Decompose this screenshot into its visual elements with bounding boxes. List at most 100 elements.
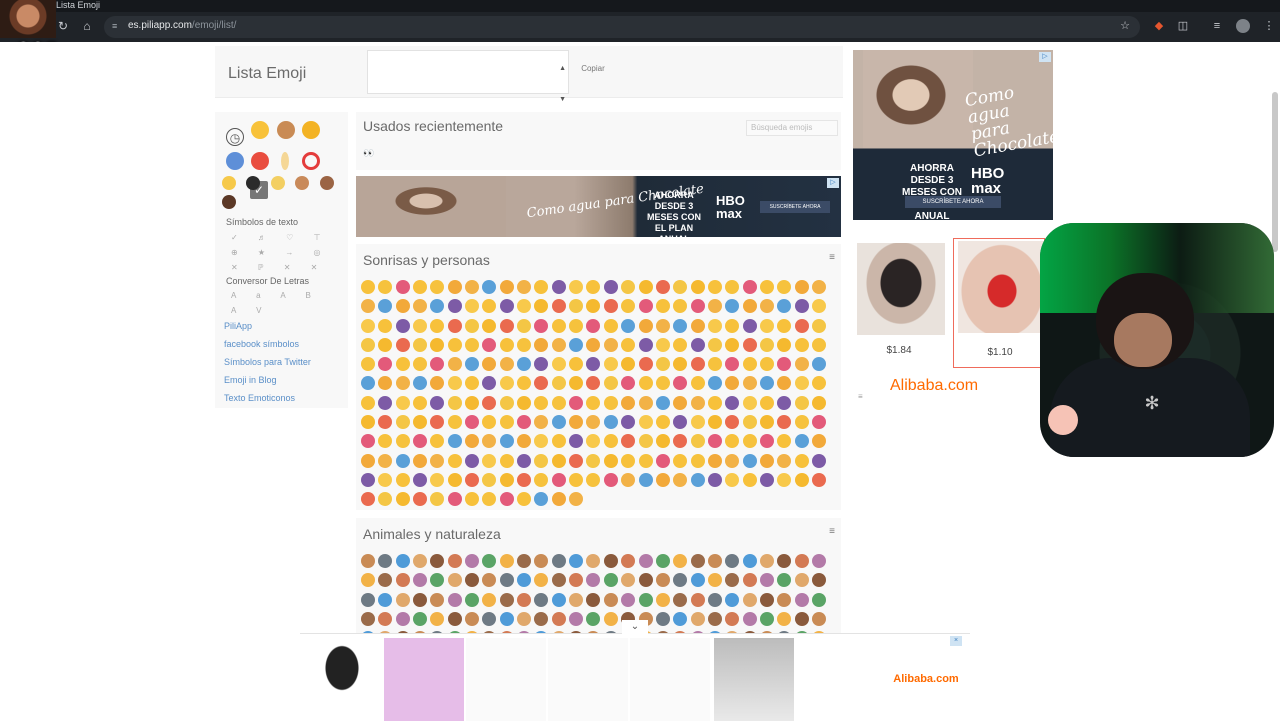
emoji-item[interactable] (811, 337, 826, 352)
emoji-item[interactable] (378, 299, 393, 314)
emoji-item[interactable] (655, 453, 670, 468)
emoji-item[interactable] (361, 299, 375, 314)
emoji-item[interactable] (586, 611, 601, 626)
emoji-item[interactable] (378, 280, 393, 294)
emoji-item[interactable] (759, 376, 774, 391)
emoji-item[interactable] (361, 554, 375, 568)
emoji-item[interactable] (465, 554, 480, 568)
ad-choices-icon[interactable]: ▷ (827, 178, 839, 188)
emoji-item[interactable] (517, 395, 532, 410)
emoji-item[interactable] (378, 376, 393, 391)
product-image[interactable] (548, 638, 628, 721)
emoji-item[interactable] (413, 357, 428, 372)
emoji-item[interactable] (794, 299, 809, 314)
emoji-item[interactable] (603, 357, 618, 372)
bookmark-star-icon[interactable]: ☆ (1118, 19, 1132, 33)
emoji-item[interactable] (534, 318, 549, 333)
emoji-item[interactable] (361, 337, 375, 352)
alibaba-logo[interactable]: Alibaba.com (886, 638, 966, 721)
emoji-item[interactable] (361, 472, 375, 487)
emoji-item[interactable] (569, 395, 584, 410)
emoji-item[interactable] (395, 592, 410, 607)
emoji-item[interactable] (777, 395, 792, 410)
product-image[interactable] (630, 638, 710, 721)
emoji-item[interactable] (621, 573, 636, 588)
emoji-item[interactable] (638, 280, 653, 294)
emoji-item[interactable] (378, 337, 393, 352)
emoji-item[interactable] (759, 453, 774, 468)
emoji-item[interactable] (569, 453, 584, 468)
link-facebook-simbolos[interactable]: facebook símbolos (224, 339, 299, 349)
hbo-side-ad[interactable]: Como agua para Chocolate AHORRA DESDE 3 … (853, 50, 1053, 220)
address-bar[interactable]: ≡ es.piliapp.com/emoji/list/ (104, 16, 1140, 38)
emoji-item[interactable] (482, 415, 497, 430)
emoji-item[interactable] (551, 395, 566, 410)
emoji-item[interactable] (586, 453, 601, 468)
alibaba-logo[interactable]: Alibaba.com (890, 377, 978, 395)
emoji-item[interactable] (725, 376, 740, 391)
product-image[interactable] (384, 638, 464, 721)
emoji-item[interactable] (811, 592, 826, 607)
emoji-item[interactable] (603, 554, 618, 568)
emoji-item[interactable] (725, 453, 740, 468)
emoji-item[interactable] (482, 611, 497, 626)
emoji-item[interactable] (378, 554, 393, 568)
emoji-item[interactable] (447, 299, 462, 314)
recent-emoji-item[interactable]: 👀 (363, 148, 374, 159)
emoji-item[interactable] (655, 299, 670, 314)
emoji-item[interactable] (395, 415, 410, 430)
skin-tone-dark[interactable] (222, 195, 236, 209)
emoji-item[interactable] (690, 453, 705, 468)
emoji-item[interactable] (742, 434, 757, 449)
emoji-item[interactable] (621, 554, 636, 568)
emoji-item[interactable] (690, 611, 705, 626)
emoji-item[interactable] (777, 573, 792, 588)
emoji-item[interactable] (655, 415, 670, 430)
emoji-item[interactable] (690, 472, 705, 487)
emoji-item[interactable] (811, 299, 826, 314)
emoji-item[interactable] (413, 453, 428, 468)
emoji-item[interactable] (742, 395, 757, 410)
side-ad-cta-button[interactable]: SUSCRÍBETE AHORA (905, 196, 1001, 208)
emoji-item[interactable] (413, 337, 428, 352)
emoji-item[interactable] (794, 280, 809, 294)
emoji-item[interactable] (430, 492, 445, 507)
emoji-item[interactable] (482, 472, 497, 487)
ring-icon[interactable] (302, 152, 321, 170)
emoji-item[interactable] (465, 376, 480, 391)
emoji-item[interactable] (690, 415, 705, 430)
emoji-item[interactable] (759, 337, 774, 352)
emoji-item[interactable] (621, 357, 636, 372)
emoji-item[interactable] (725, 472, 740, 487)
emoji-item[interactable] (361, 611, 375, 626)
emoji-item[interactable] (499, 318, 514, 333)
emoji-item[interactable] (673, 472, 688, 487)
fruit-icon[interactable] (302, 121, 321, 139)
link-texto-emoticonos[interactable]: Texto Emoticonos (224, 393, 295, 403)
emoji-item[interactable] (759, 434, 774, 449)
ad-cta-button[interactable]: SUSCRÍBETE AHORA (760, 201, 830, 213)
emoji-item[interactable] (794, 453, 809, 468)
emoji-item[interactable] (395, 472, 410, 487)
emoji-item[interactable] (811, 573, 826, 588)
emoji-item[interactable] (517, 337, 532, 352)
emoji-item[interactable] (603, 376, 618, 391)
emoji-item[interactable] (707, 280, 722, 294)
emoji-item[interactable] (794, 472, 809, 487)
emoji-item[interactable] (569, 299, 584, 314)
emoji-item[interactable] (447, 280, 462, 294)
emoji-item[interactable] (811, 434, 826, 449)
flag-icon[interactable] (251, 152, 270, 170)
emoji-item[interactable] (395, 434, 410, 449)
emoji-item[interactable] (499, 453, 514, 468)
emoji-item[interactable] (569, 554, 584, 568)
ad-choices-icon[interactable]: ▷ (1039, 52, 1051, 62)
emoji-item[interactable] (673, 280, 688, 294)
emoji-item[interactable] (811, 280, 826, 294)
emoji-item[interactable] (777, 376, 792, 391)
emoji-item[interactable] (777, 357, 792, 372)
emoji-item[interactable] (413, 299, 428, 314)
emoji-item[interactable] (603, 453, 618, 468)
emoji-item[interactable] (465, 280, 480, 294)
emoji-item[interactable] (361, 592, 375, 607)
